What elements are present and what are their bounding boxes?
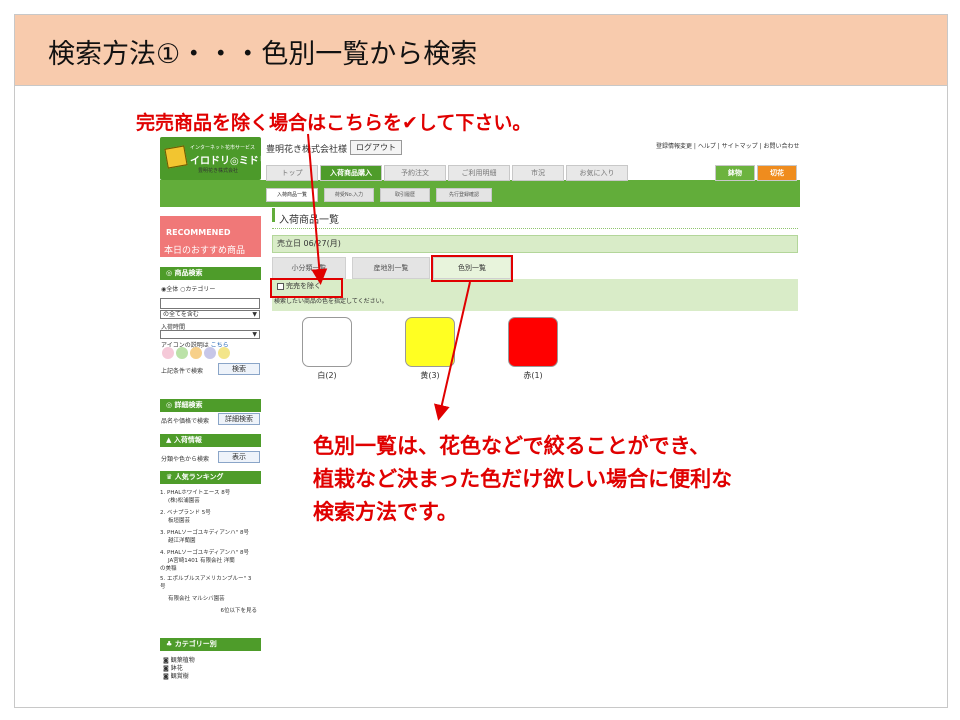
- arrow-from-color-tab: [433, 281, 471, 421]
- annotation-arrows: [307, 133, 471, 421]
- arrow-to-checkbox: [307, 133, 328, 285]
